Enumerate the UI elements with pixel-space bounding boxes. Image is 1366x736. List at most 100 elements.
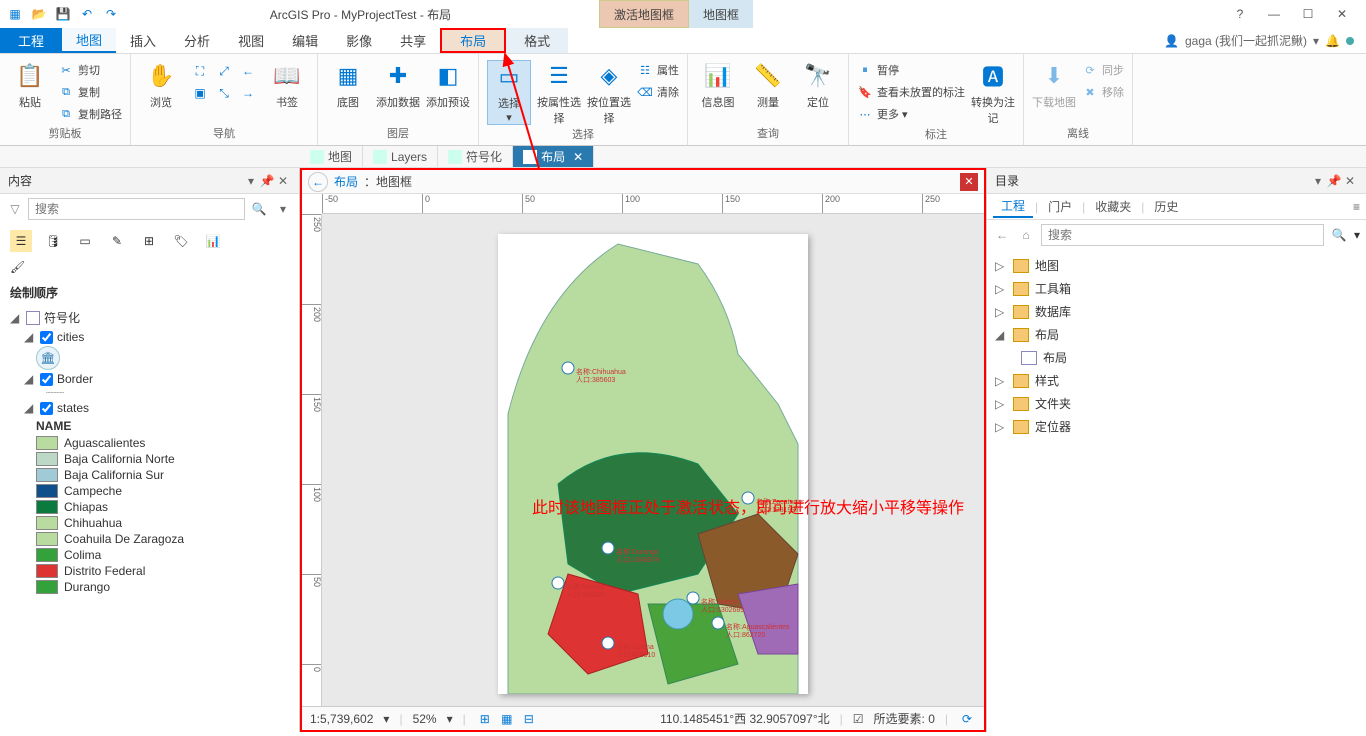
symbology-tool-icon[interactable]: 🖌: [10, 260, 25, 274]
collapse-icon[interactable]: ◢: [24, 401, 36, 415]
legend-row[interactable]: Chihuahua: [4, 515, 295, 531]
catalog-node-folders[interactable]: ▷文件夹: [993, 392, 1360, 415]
adddata-button[interactable]: ✚添加数据: [376, 60, 420, 110]
legend-row[interactable]: Aguascalientes: [4, 435, 295, 451]
layer-visible-checkbox[interactable]: [40, 402, 53, 415]
prev-extent-icon[interactable]: ←: [237, 60, 259, 82]
doc-tab-layout[interactable]: 布局✕: [513, 146, 594, 167]
catalog-tab-history[interactable]: 历史: [1146, 196, 1186, 217]
legend-row[interactable]: Campeche: [4, 483, 295, 499]
notification-bell-icon[interactable]: 🔔: [1325, 34, 1340, 48]
attrs-button[interactable]: ☷属性: [637, 60, 679, 80]
select-by-loc-button[interactable]: ◈按位置选择: [587, 60, 631, 126]
breadcrumb-link[interactable]: 布局: [334, 173, 358, 190]
catalog-search-input[interactable]: [1041, 224, 1324, 246]
catalog-tab-fav[interactable]: 收藏夹: [1087, 196, 1139, 217]
legend-row[interactable]: Chiapas: [4, 499, 295, 515]
save-icon[interactable]: 💾: [52, 3, 74, 25]
catalog-tab-project[interactable]: 工程: [993, 195, 1033, 218]
cut-button[interactable]: ✂剪切: [58, 60, 122, 80]
zoom-value[interactable]: 52%: [413, 712, 437, 726]
tab-analyze[interactable]: 分析: [170, 28, 224, 53]
panel-pin-icon[interactable]: 📌: [259, 174, 275, 188]
full-extent-icon[interactable]: ⛶: [189, 60, 211, 82]
basemap-button[interactable]: ▦底图: [326, 60, 370, 110]
select-by-attr-button[interactable]: ☰按属性选择: [537, 60, 581, 126]
scale-value[interactable]: 1:5,739,602: [310, 712, 373, 726]
minimize-icon[interactable]: —: [1264, 7, 1284, 21]
list-by-edit-icon[interactable]: ✎: [106, 230, 128, 252]
collapse-icon[interactable]: ◢: [24, 372, 36, 386]
zoom-in-fixed-icon[interactable]: ⤢: [213, 60, 235, 82]
tab-view[interactable]: 视图: [224, 28, 278, 53]
copy-button[interactable]: ⧉复制: [58, 82, 122, 102]
panel-dropdown-icon[interactable]: ▾: [1310, 174, 1326, 188]
legend-row[interactable]: Baja California Sur: [4, 467, 295, 483]
list-by-chart-icon[interactable]: 📊: [202, 230, 224, 252]
search-dropdown-icon[interactable]: ▾: [273, 202, 293, 216]
list-by-label-icon[interactable]: 🏷: [170, 230, 192, 252]
file-tab[interactable]: 工程: [0, 28, 62, 53]
unplaced-button[interactable]: 🔖查看未放置的标注: [857, 82, 965, 102]
grid-icon[interactable]: ▦: [498, 710, 516, 728]
expand-icon[interactable]: ▷: [995, 282, 1007, 296]
convert-annot-button[interactable]: 🅰转换为注记: [971, 60, 1015, 126]
tab-map[interactable]: 地图: [62, 28, 116, 53]
layer-cities[interactable]: ◢cities: [4, 328, 295, 346]
tab-share[interactable]: 共享: [386, 28, 440, 53]
layer-visible-checkbox[interactable]: [40, 331, 53, 344]
undo-icon[interactable]: ↶: [76, 3, 98, 25]
select-button[interactable]: ▭选择▾: [487, 60, 531, 125]
open-icon[interactable]: 📂: [28, 3, 50, 25]
layer-border[interactable]: ◢Border: [4, 370, 295, 388]
catalog-tab-portal[interactable]: 门户: [1040, 196, 1080, 217]
panel-close-icon[interactable]: ✕: [275, 174, 291, 188]
browse-button[interactable]: ✋浏览: [139, 60, 183, 110]
nav-home-icon[interactable]: ⌂: [1017, 226, 1035, 244]
close-tab-icon[interactable]: ✕: [573, 150, 583, 164]
zoom-to-sel-icon[interactable]: ▣: [189, 82, 211, 104]
doc-tab-symbol[interactable]: 符号化: [438, 146, 513, 167]
back-button[interactable]: ←: [308, 172, 328, 192]
guides-icon[interactable]: ⊟: [520, 710, 538, 728]
close-icon[interactable]: ✕: [1332, 7, 1352, 21]
more-button[interactable]: ⋯更多 ▾: [857, 104, 965, 124]
legend-row[interactable]: Baja California Norte: [4, 451, 295, 467]
layer-states[interactable]: ◢states: [4, 399, 295, 417]
collapse-icon[interactable]: ◢: [995, 328, 1007, 342]
panel-pin-icon[interactable]: 📌: [1326, 174, 1342, 188]
catalog-node-locators[interactable]: ▷定位器: [993, 415, 1360, 438]
contents-search-input[interactable]: [28, 198, 245, 220]
catalog-node-maps[interactable]: ▷地图: [993, 254, 1360, 277]
list-by-draw-icon[interactable]: ☰: [10, 230, 32, 252]
expand-icon[interactable]: ▷: [995, 374, 1007, 388]
collapse-icon[interactable]: ◢: [24, 330, 36, 344]
legend-row[interactable]: Colima: [4, 547, 295, 563]
tab-image[interactable]: 影像: [332, 28, 386, 53]
search-icon[interactable]: 🔍: [1330, 226, 1348, 244]
deactivate-button[interactable]: ✕: [960, 173, 978, 191]
catalog-node-styles[interactable]: ▷样式: [993, 369, 1360, 392]
user-info[interactable]: 👤 gaga (我们一起抓泥鳅) ▾ 🔔: [1164, 28, 1366, 53]
download-map-button[interactable]: ⬇下载地图: [1032, 60, 1076, 110]
layer-visible-checkbox[interactable]: [40, 373, 53, 386]
collapse-icon[interactable]: ◢: [10, 311, 22, 325]
catalog-node-db[interactable]: ▷数据库: [993, 300, 1360, 323]
catalog-item-layout[interactable]: 布局: [993, 346, 1360, 369]
root-node[interactable]: ◢符号化: [4, 307, 295, 328]
tab-edit[interactable]: 编辑: [278, 28, 332, 53]
maximize-icon[interactable]: ☐: [1298, 7, 1318, 21]
copypath-button[interactable]: ⧉复制路径: [58, 104, 122, 124]
tab-insert[interactable]: 插入: [116, 28, 170, 53]
panel-close-icon[interactable]: ✕: [1342, 174, 1358, 188]
info-button[interactable]: 📊信息图: [696, 60, 740, 110]
redo-icon[interactable]: ↷: [100, 3, 122, 25]
list-by-select-icon[interactable]: ▭: [74, 230, 96, 252]
catalog-node-layouts[interactable]: ◢布局: [993, 323, 1360, 346]
clear-button[interactable]: ⌫清除: [637, 82, 679, 102]
expand-icon[interactable]: ▷: [995, 259, 1007, 273]
locate-button[interactable]: 🔭定位: [796, 60, 840, 110]
doc-tab-layers[interactable]: Layers: [363, 146, 438, 167]
context-tab-activate-mapframe[interactable]: 激活地图框: [599, 0, 689, 28]
snap-icon[interactable]: ⊞: [476, 710, 494, 728]
